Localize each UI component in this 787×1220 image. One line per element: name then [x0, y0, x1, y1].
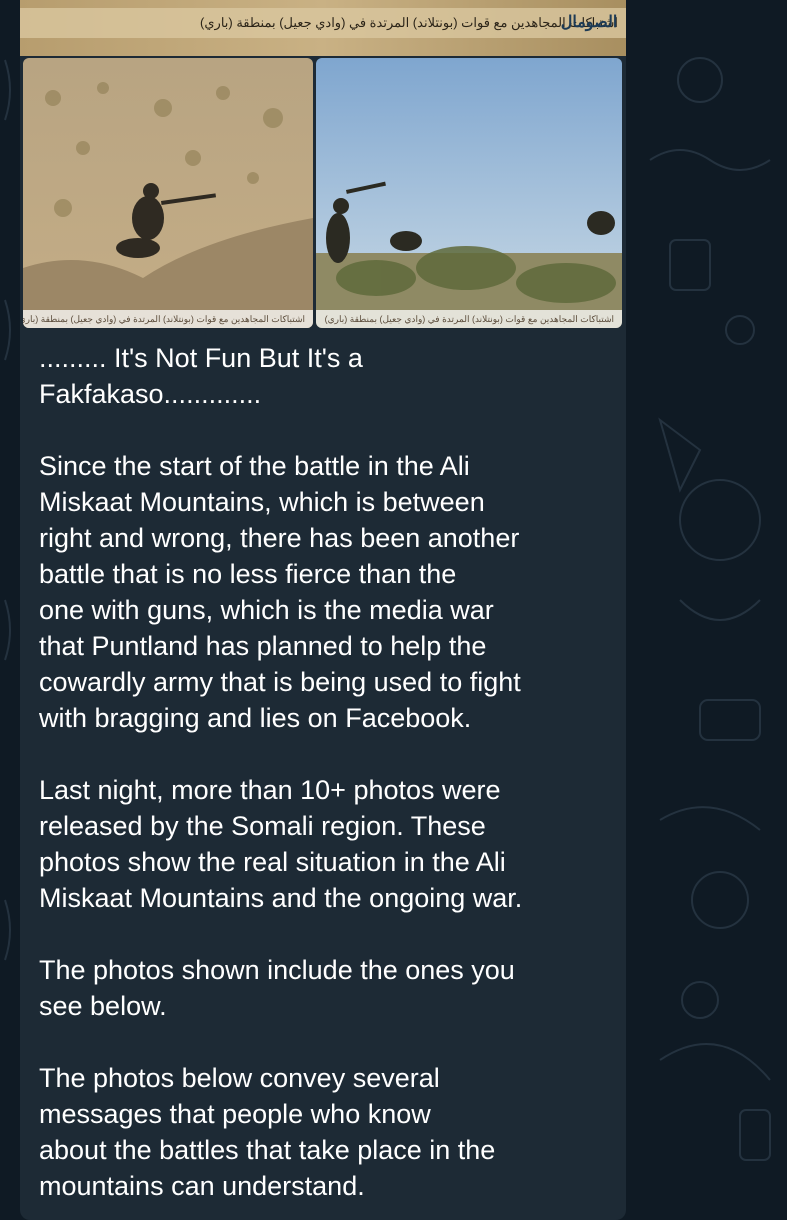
message-bubble: اشتباكات المجاهدين مع قوات (بونتلاند) ال… — [20, 0, 626, 1220]
battle-photo-image — [316, 58, 622, 328]
media-photo-right[interactable]: اشتباكات المجاهدين مع قوات (بونتلاند) ال… — [316, 58, 622, 328]
photo-caption: اشتباكات المجاهدين مع قوات (بونتلاند) ال… — [316, 310, 622, 328]
photo-caption: اشتباكات المجاهدين مع قوات (بونتلاند) ال… — [200, 15, 618, 30]
message-paragraph: The photos below convey several messages… — [39, 1063, 496, 1201]
message-paragraph: The photos shown include the ones you se… — [39, 955, 515, 1021]
message-text: ......... It's Not Fun But It's a Fakfak… — [39, 340, 609, 1220]
message-heading: ......... It's Not Fun But It's a Fakfak… — [39, 343, 363, 409]
media-logo: الصومال — [560, 14, 618, 31]
message-paragraph: Last night, more than 10+ photos were re… — [39, 775, 523, 913]
message-paragraph: Since the start of the battle in the Ali… — [39, 451, 521, 733]
battle-photo-image — [23, 58, 313, 328]
photo-caption: اشتباكات المجاهدين مع قوات (بونتلاند) ال… — [23, 310, 313, 328]
media-photo-top[interactable]: اشتباكات المجاهدين مع قوات (بونتلاند) ال… — [20, 0, 626, 56]
media-photo-left[interactable]: اشتباكات المجاهدين مع قوات (بونتلاند) ال… — [23, 58, 313, 328]
